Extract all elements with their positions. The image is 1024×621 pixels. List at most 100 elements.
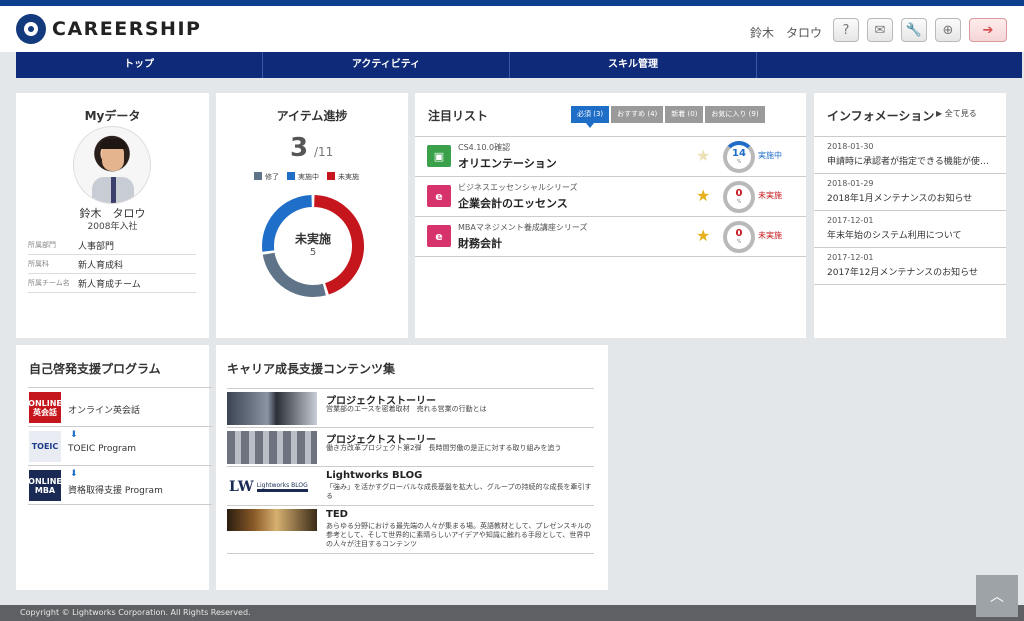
program-label[interactable]: オンライン英会話 bbox=[68, 403, 140, 416]
blog-logo[interactable]: LW Lightworks BLOG bbox=[227, 470, 317, 503]
list-item[interactable]: 2017-12-01 2017年12月メンテナンスのお知らせ bbox=[814, 248, 1006, 285]
tab-favorites[interactable]: お気に入り (9) bbox=[705, 106, 765, 123]
content-desc: 「強み」を活かすグローバルな成長基盤を拡大し、グループの持続的な成長を牽引する bbox=[326, 483, 592, 500]
help-icon: ? bbox=[842, 22, 850, 38]
settings-button[interactable]: 🔧 bbox=[901, 18, 927, 42]
info-text[interactable]: 年末年始のシステム利用について bbox=[827, 228, 1006, 241]
scroll-top-button[interactable]: ︿ bbox=[976, 575, 1018, 617]
donut-center-value: 5 bbox=[309, 247, 317, 258]
progress-ring: 0% bbox=[723, 221, 755, 253]
story-thumbnail[interactable] bbox=[227, 431, 317, 464]
selfdev-list: ONLINE 英会話 オンライン英会話 TOEIC ⬇ TOEIC Progra… bbox=[28, 387, 212, 505]
list-item[interactable]: プロジェクトストーリー 働き方改革プロジェクト第2弾 長時間労働の是正に対する取… bbox=[227, 428, 594, 467]
attention-tabs: 必須 (3) おすすめ (4) 新着 (0) お気に入り (9) bbox=[571, 106, 765, 128]
detail-row: 所属科 新人育成科 bbox=[28, 255, 196, 274]
program-label[interactable]: 資格取得支援 Program bbox=[68, 483, 163, 496]
mail-icon: ✉ bbox=[874, 22, 886, 38]
logo-text: CAREERSHIP bbox=[52, 18, 202, 40]
chevron-up-icon: ︿ bbox=[990, 589, 1004, 605]
orientation-icon: ▣ bbox=[427, 145, 451, 167]
mydata-title: Myデータ bbox=[84, 109, 141, 123]
logout-button[interactable]: ➔ bbox=[969, 18, 1007, 42]
favorite-star-icon[interactable]: ★ bbox=[696, 226, 710, 245]
tab-recommended[interactable]: おすすめ (4) bbox=[611, 106, 664, 123]
user-name[interactable]: 鈴木 タロウ bbox=[750, 24, 822, 41]
detail-value: 人事部門 bbox=[78, 241, 115, 252]
ted-thumbnail[interactable] bbox=[227, 509, 317, 531]
item-title[interactable]: 財務会計 bbox=[458, 235, 502, 251]
globe-icon: ⊕ bbox=[942, 22, 954, 38]
see-all-link[interactable]: ▶ 全て見る bbox=[936, 108, 977, 119]
tab-required[interactable]: 必須 (3) bbox=[571, 106, 610, 128]
list-item[interactable]: ONLINE MBA ⬇ 資格取得支援 Program bbox=[28, 466, 212, 505]
content-desc: 営業部のエースを密着取材 売れる営業の行動とは bbox=[326, 405, 487, 413]
info-date: 2018-01-29 bbox=[827, 179, 874, 188]
logo[interactable]: CAREERSHIP bbox=[16, 14, 201, 44]
status-badge: 未実施 bbox=[758, 191, 782, 200]
progress-ring: 0% bbox=[723, 181, 755, 213]
tab-new[interactable]: 新着 (0) bbox=[665, 106, 704, 123]
info-text[interactable]: 2018年1月メンテナンスのお知らせ bbox=[827, 191, 1006, 204]
detail-row: 所属部門 人事部門 bbox=[28, 236, 196, 255]
logo-icon bbox=[16, 14, 46, 44]
item-title[interactable]: オリエンテーション bbox=[458, 155, 557, 171]
list-item[interactable]: 2018-01-30 申請時に承認者が指定できる機能が使… bbox=[814, 137, 1006, 174]
content-title[interactable]: Lightworks BLOG bbox=[326, 470, 422, 481]
favorite-star-icon[interactable]: ★ bbox=[696, 186, 710, 205]
attention-title: 注目リスト bbox=[428, 109, 489, 123]
story-thumbnail[interactable] bbox=[227, 392, 317, 425]
progress-total: /11 bbox=[314, 145, 334, 159]
list-item[interactable]: e MBAマネジメント養成講座シリーズ 財務会計 ★ 0% 未実施 bbox=[415, 217, 806, 257]
item-title[interactable]: 企業会計のエッセンス bbox=[458, 195, 568, 211]
join-year: 2008年入社 bbox=[87, 222, 138, 232]
legend-not-started: 未実施 bbox=[327, 172, 359, 182]
online-mba-logo: ONLINE MBA bbox=[28, 470, 62, 501]
status-badge: 実施中 bbox=[758, 151, 782, 160]
list-item[interactable]: ONLINE 英会話 オンライン英会話 bbox=[28, 388, 212, 427]
list-item[interactable]: プロジェクトストーリー 営業部のエースを密着取材 売れる営業の行動とは bbox=[227, 389, 594, 428]
toeic-logo: TOEIC bbox=[29, 431, 61, 462]
footer-copyright: Copyright © Lightworks Corporation. All … bbox=[0, 605, 1024, 621]
main-nav: トップ アクティビティ スキル管理 bbox=[16, 52, 1022, 78]
info-date: 2017-12-01 bbox=[827, 216, 874, 225]
item-progress-card: アイテム進捗 3 /11 修了 実施中 未実施 未実施 5 bbox=[216, 93, 408, 338]
list-item[interactable]: LW Lightworks BLOG Lightworks BLOG 「強み」を… bbox=[227, 467, 594, 506]
progress-legend: 修了 実施中 未実施 bbox=[254, 172, 359, 182]
profile-details: 所属部門 人事部門 所属科 新人育成科 所属チーム名 新人育成チーム bbox=[28, 236, 196, 293]
program-label[interactable]: TOEIC Program bbox=[68, 444, 136, 454]
detail-row: 所属チーム名 新人育成チーム bbox=[28, 274, 196, 293]
info-text[interactable]: 2017年12月メンテナンスのお知らせ bbox=[827, 265, 1006, 278]
information-card: インフォメーション ▶ 全て見る 2018-01-30 申請時に承認者が指定できる… bbox=[814, 93, 1006, 338]
download-icon[interactable]: ⬇ bbox=[70, 469, 78, 479]
nav-item-skill[interactable]: スキル管理 bbox=[510, 52, 757, 78]
info-text[interactable]: 申請時に承認者が指定できる機能が使… bbox=[827, 154, 1006, 167]
help-button[interactable]: ? bbox=[833, 18, 859, 42]
legend-completed: 修了 bbox=[254, 172, 279, 182]
attention-list-card: 注目リスト 必須 (3) おすすめ (4) 新着 (0) お気に入り (9) ▣… bbox=[415, 93, 806, 338]
selfdev-title: 自己啓発支援プログラム bbox=[29, 362, 161, 376]
nav-item-activity[interactable]: アクティビティ bbox=[263, 52, 510, 78]
content-desc: あらゆる分野における最先端の人々が集まる場。英語教材として、プレゼンスキルの参考… bbox=[326, 522, 592, 548]
header: CAREERSHIP 鈴木 タロウ ? ✉ 🔧 ⊕ ➔ bbox=[0, 6, 1024, 52]
attention-list: ▣ CS4.10.0確認 オリエンテーション ★ 14% 実施中 e ビジネスエ… bbox=[415, 136, 806, 257]
legend-in-progress: 実施中 bbox=[287, 172, 319, 182]
favorite-star-icon[interactable]: ★ bbox=[696, 146, 710, 165]
list-item[interactable]: TOEIC ⬇ TOEIC Program bbox=[28, 427, 212, 466]
progress-done-count: 3 bbox=[290, 133, 309, 163]
mail-button[interactable]: ✉ bbox=[867, 18, 893, 42]
document-icon: e bbox=[427, 225, 451, 247]
donut-segment-completed[interactable] bbox=[262, 252, 326, 297]
language-button[interactable]: ⊕ bbox=[935, 18, 961, 42]
list-item[interactable]: TED あらゆる分野における最先端の人々が集まる場。英語教材として、プレゼンスキ… bbox=[227, 506, 594, 554]
list-item[interactable]: 2018-01-29 2018年1月メンテナンスのお知らせ bbox=[814, 174, 1006, 211]
content-desc: 働き方改革プロジェクト第2弾 長時間労働の是正に対する取り組みを追う bbox=[326, 444, 562, 452]
list-item[interactable]: e ビジネスエッセンシャルシリーズ 企業会計のエッセンス ★ 0% 未実施 bbox=[415, 177, 806, 217]
progress-title: アイテム進捗 bbox=[276, 109, 348, 123]
detail-value: 新人育成チーム bbox=[78, 279, 141, 290]
list-item[interactable]: 2017-12-01 年末年始のシステム利用について bbox=[814, 211, 1006, 248]
information-title: インフォメーション bbox=[827, 109, 935, 123]
list-item[interactable]: ▣ CS4.10.0確認 オリエンテーション ★ 14% 実施中 bbox=[415, 137, 806, 177]
download-icon[interactable]: ⬇ bbox=[70, 430, 78, 440]
nav-item-top[interactable]: トップ bbox=[16, 52, 263, 78]
content-title[interactable]: TED bbox=[326, 509, 348, 520]
